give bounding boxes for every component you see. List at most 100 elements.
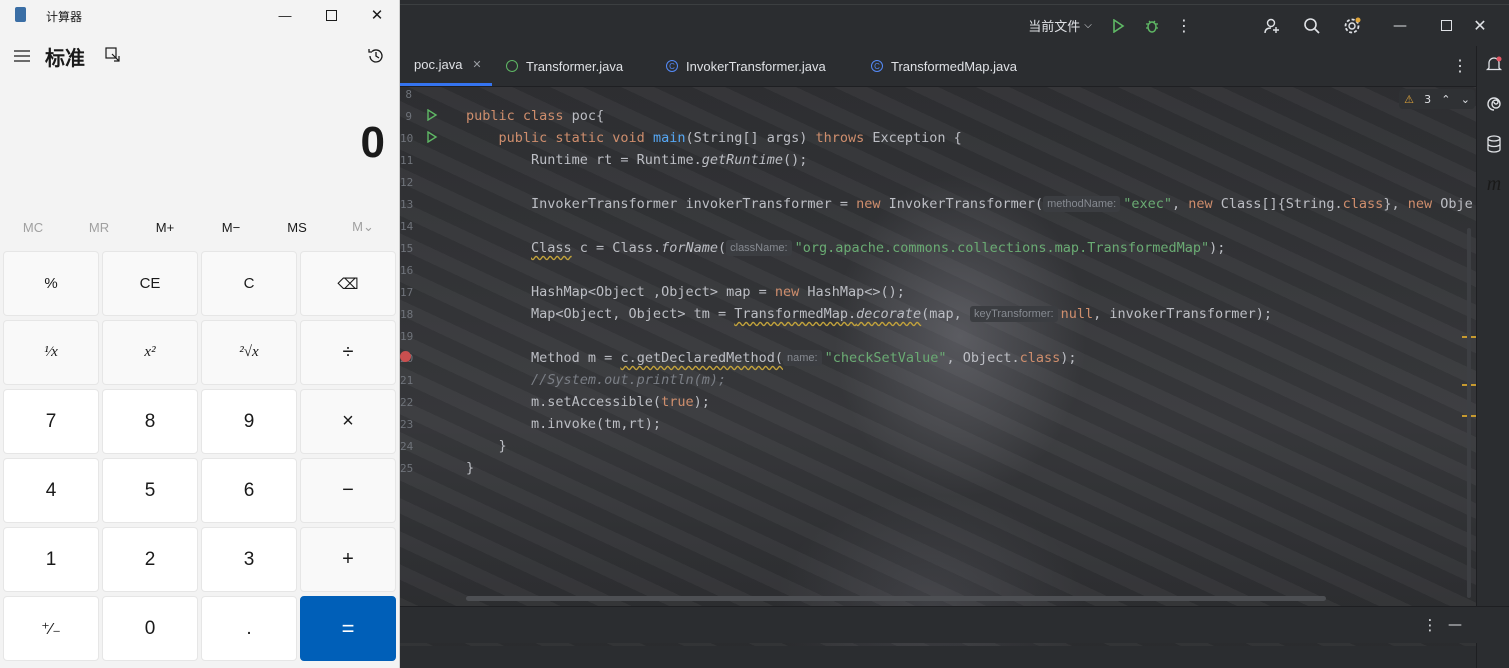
vertical-scrollbar[interactable] bbox=[1467, 228, 1471, 598]
code-line: Method m = c.getDeclaredMethod(name: "che… bbox=[466, 350, 1077, 366]
window-title: 计算器 bbox=[46, 10, 83, 24]
line-number: 16 bbox=[400, 264, 414, 277]
run-config-dropdown[interactable]: 当前文件 ⌵ bbox=[1020, 5, 1100, 46]
maximize-icon[interactable] bbox=[1434, 5, 1458, 46]
code-line: } bbox=[466, 460, 475, 476]
calculator-titlebar: 计算器 — ✕ bbox=[0, 0, 400, 30]
code-line: public static void main(String[] args) t… bbox=[466, 130, 962, 146]
code-line: Class c = Class.forName(className: "org.a… bbox=[531, 240, 1226, 256]
memory-recall-button[interactable]: MR bbox=[66, 212, 132, 242]
chevron-up-icon[interactable]: ⌃ bbox=[1441, 93, 1450, 106]
play-icon bbox=[1113, 18, 1125, 33]
digit-1-button[interactable]: 1 bbox=[3, 527, 99, 592]
notifications-button[interactable] bbox=[1484, 54, 1504, 74]
square-button[interactable]: x² bbox=[102, 320, 198, 385]
run-gutter-icon[interactable] bbox=[426, 109, 438, 121]
memory-store-button[interactable]: MS bbox=[264, 212, 330, 242]
memory-list-button[interactable]: M⌄ bbox=[330, 212, 396, 242]
settings-button[interactable] bbox=[1342, 5, 1362, 46]
interface-icon bbox=[506, 60, 518, 72]
code-line: Runtime rt = Runtime.getRuntime(); bbox=[466, 152, 808, 168]
tab-invokertransformer-java[interactable]: C InvokerTransformer.java bbox=[666, 46, 826, 86]
tab-poc-java[interactable]: poc.java ✕ bbox=[400, 46, 492, 86]
warning-icon: ⚠ bbox=[1404, 92, 1414, 106]
run-gutter-icon[interactable] bbox=[426, 131, 438, 143]
minimize-icon[interactable]: — bbox=[1388, 5, 1412, 46]
tab-transformer-java[interactable]: Transformer.java bbox=[506, 46, 623, 86]
line-gutter: 8 9 10 11 12 13 14 15 16 17 18 19 20 21 … bbox=[400, 86, 442, 486]
digit-6-button[interactable]: 6 bbox=[201, 458, 297, 523]
inspection-widget[interactable]: ⚠ 3 ⌃ ⌄ bbox=[1399, 89, 1475, 109]
hide-panel-icon[interactable]: — bbox=[1444, 615, 1466, 635]
backspace-button[interactable]: ⌫ bbox=[300, 251, 396, 316]
close-icon[interactable]: ✕ bbox=[1468, 5, 1492, 46]
horizontal-scrollbar[interactable] bbox=[466, 596, 1326, 601]
maven-icon[interactable]: m bbox=[1483, 172, 1505, 196]
line-number: 22 bbox=[400, 396, 414, 409]
multiply-button[interactable]: × bbox=[300, 389, 396, 454]
calculator-app-icon bbox=[15, 7, 26, 22]
maximize-icon[interactable] bbox=[316, 3, 346, 27]
percent-button[interactable]: % bbox=[3, 251, 99, 316]
digit-7-button[interactable]: 7 bbox=[3, 389, 99, 454]
breakpoint-icon[interactable] bbox=[400, 351, 411, 362]
menu-button[interactable] bbox=[10, 44, 34, 68]
tab-label: Transformer.java bbox=[526, 58, 624, 74]
line-number: 15 bbox=[400, 242, 414, 255]
debug-button[interactable] bbox=[1142, 5, 1162, 46]
clear-button[interactable]: C bbox=[201, 251, 297, 316]
user-plus-icon bbox=[1264, 18, 1279, 33]
class-icon: C bbox=[871, 60, 883, 72]
digit-2-button[interactable]: 2 bbox=[102, 527, 198, 592]
digit-0-button[interactable]: 0 bbox=[102, 596, 198, 661]
negate-button[interactable]: ⁺∕₋ bbox=[3, 596, 99, 661]
tab-label: TransformedMap.java bbox=[891, 58, 1017, 74]
ide-titlebar: 当前文件 ⌵ ⋮ — ✕ bbox=[400, 4, 1509, 46]
code-line: InvokerTransformer invokerTransformer = … bbox=[466, 196, 1473, 212]
decimal-button[interactable]: . bbox=[201, 596, 297, 661]
ai-assistant-button[interactable] bbox=[1484, 94, 1504, 114]
database-button[interactable] bbox=[1484, 134, 1504, 154]
code-line: m.invoke(tm,rt); bbox=[466, 416, 662, 432]
line-number: 17 bbox=[400, 286, 414, 299]
memory-subtract-button[interactable]: M− bbox=[198, 212, 264, 242]
digit-8-button[interactable]: 8 bbox=[102, 389, 198, 454]
subtract-button[interactable]: − bbox=[300, 458, 396, 523]
keep-on-top-icon bbox=[105, 47, 120, 62]
keep-on-top-button[interactable] bbox=[102, 44, 124, 66]
tab-transformedmap-java[interactable]: C TransformedMap.java bbox=[871, 46, 1017, 86]
divide-button[interactable]: ÷ bbox=[300, 320, 396, 385]
more-options-icon[interactable]: ⋮ bbox=[1422, 615, 1438, 635]
add-user-button[interactable] bbox=[1262, 5, 1282, 46]
digit-3-button[interactable]: 3 bbox=[201, 527, 297, 592]
bug-icon bbox=[1146, 20, 1158, 33]
history-button[interactable] bbox=[364, 44, 388, 68]
gear-icon bbox=[1344, 17, 1361, 33]
line-number: 23 bbox=[400, 418, 414, 431]
bell-icon bbox=[1485, 56, 1503, 71]
add-button[interactable]: + bbox=[300, 527, 396, 592]
more-actions-icon[interactable]: ⋮ bbox=[1176, 5, 1192, 46]
memory-clear-button[interactable]: MC bbox=[0, 212, 66, 242]
clear-entry-button[interactable]: CE bbox=[102, 251, 198, 316]
minimize-icon[interactable]: — bbox=[270, 3, 300, 27]
chevron-down-icon[interactable]: ⌄ bbox=[1461, 93, 1470, 106]
tab-more-icon[interactable]: ⋮ bbox=[1452, 46, 1468, 86]
equals-button[interactable]: = bbox=[300, 596, 396, 661]
code-editor[interactable]: public class poc{ public static void mai… bbox=[466, 86, 1476, 596]
search-button[interactable] bbox=[1302, 5, 1322, 46]
chevron-down-icon: ⌵ bbox=[1084, 20, 1092, 31]
close-icon[interactable]: ✕ bbox=[362, 3, 392, 27]
calculator-window: 计算器 — ✕ 标准 0 MC MR M+ M− MS M⌄ % CE C ⌫ … bbox=[0, 0, 400, 668]
digit-4-button[interactable]: 4 bbox=[3, 458, 99, 523]
run-button[interactable] bbox=[1108, 5, 1128, 46]
square-root-button[interactable]: ²√x bbox=[201, 320, 297, 385]
digit-9-button[interactable]: 9 bbox=[201, 389, 297, 454]
reciprocal-button[interactable]: ¹⁄x bbox=[3, 320, 99, 385]
run-config-label: 当前文件 bbox=[1028, 19, 1081, 34]
digit-5-button[interactable]: 5 bbox=[102, 458, 198, 523]
close-tab-icon[interactable]: ✕ bbox=[472, 58, 481, 71]
code-line: //System.out.println(m); bbox=[466, 372, 727, 388]
warning-count: 3 bbox=[1424, 92, 1432, 106]
memory-add-button[interactable]: M+ bbox=[132, 212, 198, 242]
